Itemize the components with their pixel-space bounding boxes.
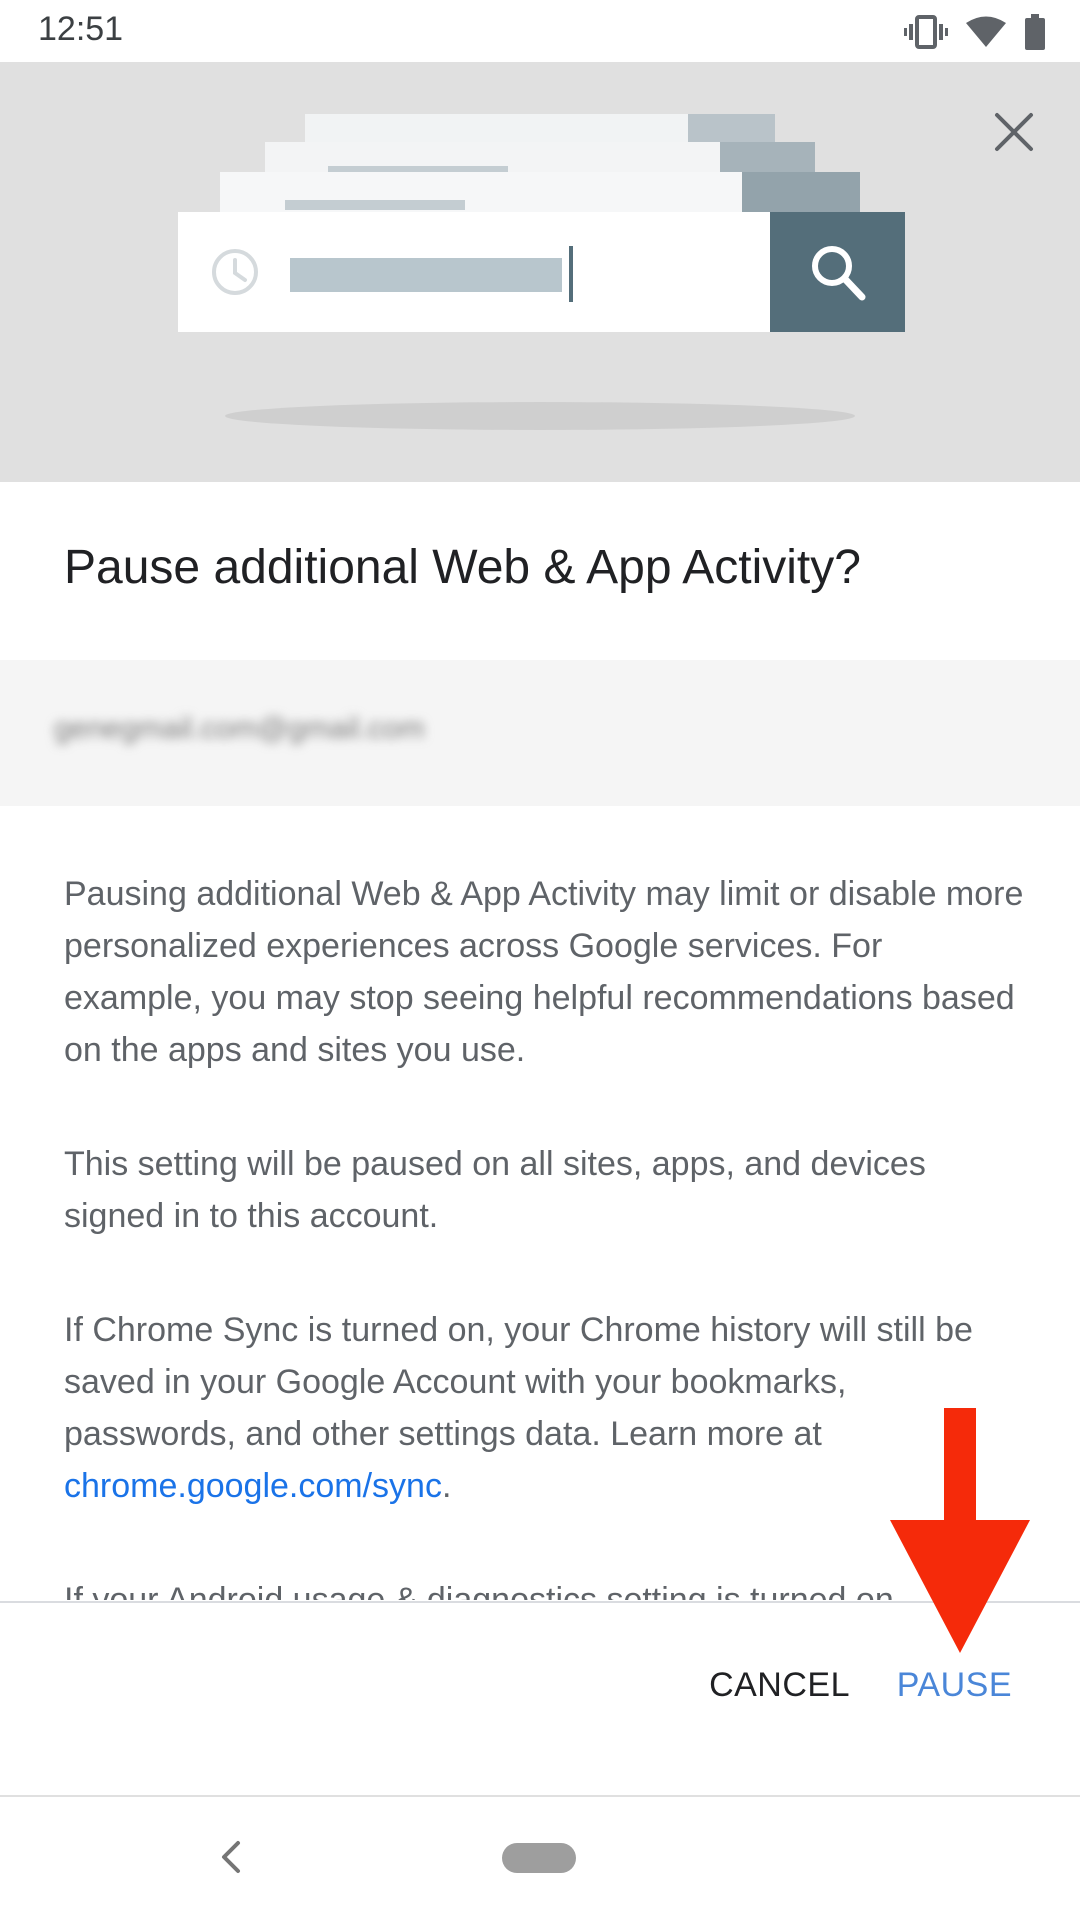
navigation-bar xyxy=(0,1797,1080,1920)
wifi-icon xyxy=(966,16,1006,47)
search-history-illustration xyxy=(178,114,905,430)
paragraph-android-diagnostics: If your Android usage & diagnostics sett… xyxy=(64,1581,894,1600)
pause-button[interactable]: PAUSE xyxy=(897,1666,1012,1705)
battery-icon xyxy=(1025,14,1045,50)
status-bar: 12:51 xyxy=(0,0,1080,62)
close-icon xyxy=(995,113,1033,151)
status-time: 12:51 xyxy=(38,10,124,48)
dialog-title: Pause additional Web & App Activity? xyxy=(64,541,861,594)
status-icons xyxy=(904,12,1046,52)
header-illustration xyxy=(0,62,1080,482)
back-chevron-icon[interactable] xyxy=(210,1835,254,1879)
paragraph-paused-scope: This setting will be paused on all sites… xyxy=(64,1145,926,1235)
chrome-sync-link[interactable]: chrome.google.com/sync xyxy=(64,1467,442,1505)
vibrate-icon xyxy=(904,15,948,49)
account-row: genegmail.com@gmail.com xyxy=(0,660,1080,806)
cancel-button[interactable]: CANCEL xyxy=(709,1666,850,1705)
paragraph-chrome-sync: If Chrome Sync is turned on, your Chrome… xyxy=(64,1304,1024,1512)
home-pill-icon[interactable] xyxy=(502,1843,576,1873)
chrome-sync-period: . xyxy=(441,1467,452,1505)
close-button[interactable] xyxy=(982,100,1046,164)
dialog-body[interactable]: Pausing additional Web & App Activity ma… xyxy=(64,868,1024,1600)
red-arrow-annotation xyxy=(890,1408,1030,1653)
paragraph-personalization: Pausing additional Web & App Activity ma… xyxy=(64,875,1024,1069)
account-email: genegmail.com@gmail.com xyxy=(54,712,425,745)
chrome-sync-text: If Chrome Sync is turned on, your Chrome… xyxy=(64,1311,973,1453)
